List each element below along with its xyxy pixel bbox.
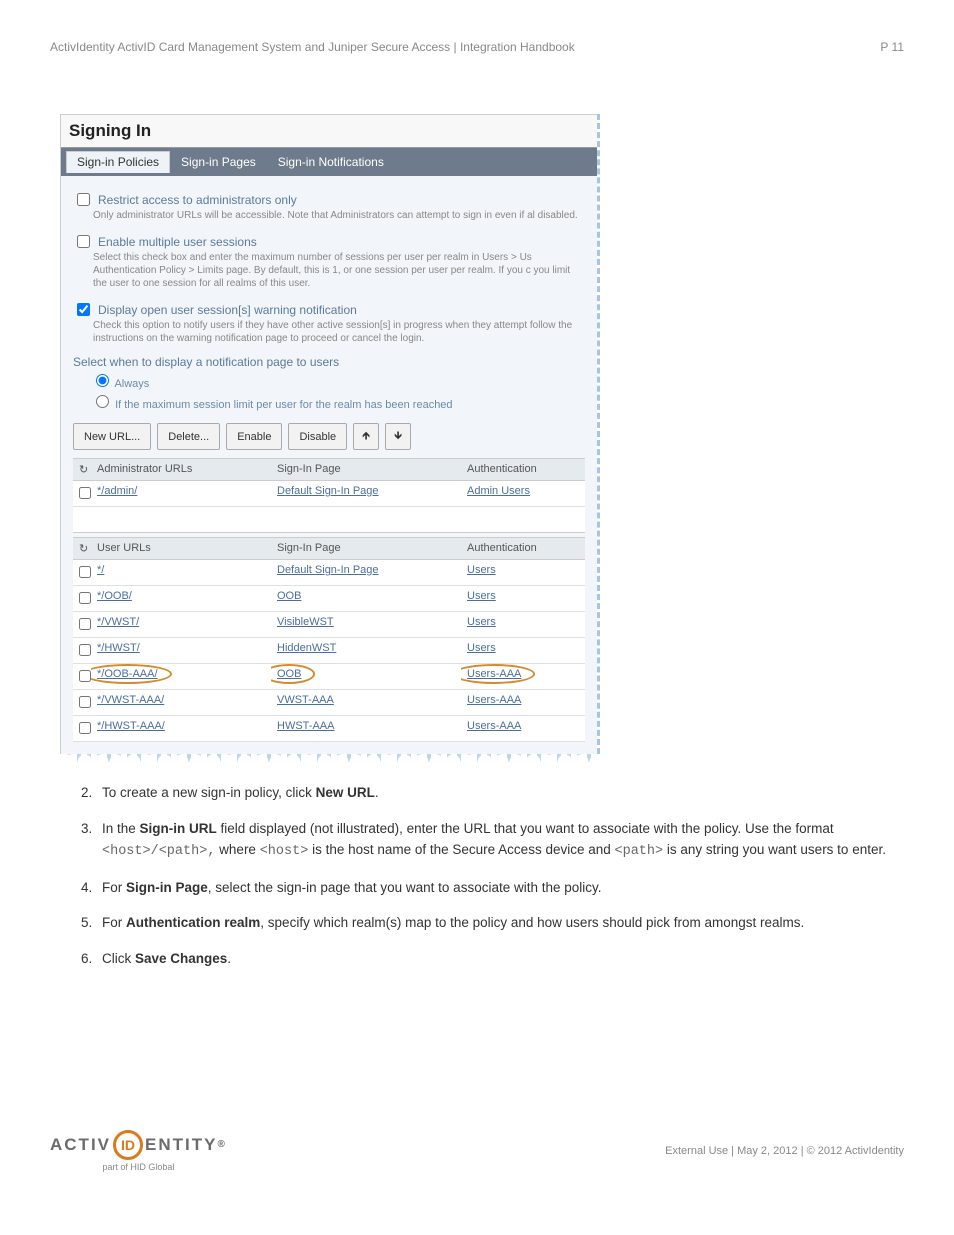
tab-signin-policies[interactable]: Sign-in Policies [66,151,170,173]
restrict-admin-checkbox[interactable] [77,193,90,206]
step-5: For Authentication realm, specify which … [96,912,904,934]
link[interactable]: Users-AAA [467,668,521,680]
link[interactable]: Users [467,564,496,576]
link[interactable]: Users [467,642,496,654]
page-footer: ACTIV ID ENTITY® part of HID Global Exte… [50,1130,904,1172]
radio-maxlimit[interactable] [96,395,109,408]
radio-always-wrap[interactable]: Always [91,371,585,390]
row-checkbox[interactable] [79,618,91,630]
link[interactable]: */VWST-AAA/ [97,694,164,706]
link[interactable]: */OOB-AAA/ [97,668,158,680]
radio-always[interactable] [96,374,109,387]
link[interactable]: Users [467,616,496,628]
warning-notification-label: Display open user session[s] warning not… [98,303,357,317]
table-row: */OOB/OOB Users [73,586,585,612]
link[interactable]: */HWST/ [97,642,140,654]
row-checkbox[interactable] [79,670,91,682]
link[interactable]: Admin Users [467,485,530,497]
move-down-button[interactable]: 🡻 [385,423,411,450]
restrict-admin-label: Restrict access to administrators only [98,193,297,207]
step-3: In the Sign-in URL field displayed (not … [96,818,904,863]
table-row: */OOB-AAA/OOB Users-AAA [73,664,585,690]
row-checkbox[interactable] [79,696,91,708]
multiple-sessions-checkbox[interactable] [77,235,90,248]
tab-signin-notifications[interactable]: Sign-in Notifications [267,151,395,173]
table-row: */HWST/HiddenWST Users [73,638,585,664]
instructions: To create a new sign-in policy, click Ne… [50,782,904,970]
multiple-sessions-label: Enable multiple user sessions [98,235,257,249]
link[interactable]: */admin/ [97,485,137,497]
row-checkbox[interactable] [79,644,91,656]
tab-bar: Sign-in Policies Sign-in Pages Sign-in N… [61,148,597,176]
signin-screenshot: Signing In Sign-in Policies Sign-in Page… [60,114,600,754]
row-checkbox[interactable] [79,722,91,734]
link[interactable]: VWST-AAA [277,694,334,706]
row-checkbox[interactable] [79,487,91,499]
link[interactable]: Default Sign-In Page [277,564,379,576]
link[interactable]: */HWST-AAA/ [97,720,165,732]
new-url-button[interactable]: New URL... [73,423,151,450]
step-6: Click Save Changes. [96,948,904,970]
page-number: P 11 [880,40,904,54]
table-row: */VWST-AAA/VWST-AAA Users-AAA [73,690,585,716]
col-user-urls: User URLs [91,538,271,559]
multiple-sessions-desc: Select this check box and enter the maxi… [93,251,585,290]
col-signin-page: Sign-In Page [271,459,461,480]
page-header: ActivIdentity ActivID Card Management Sy… [50,40,904,54]
logo: ACTIV ID ENTITY® part of HID Global [50,1130,227,1172]
table-row: */VWST/VisibleWST Users [73,612,585,638]
radio-maxlimit-wrap[interactable]: If the maximum session limit per user fo… [91,392,585,411]
link[interactable]: HWST-AAA [277,720,334,732]
link[interactable]: OOB [277,590,301,602]
admin-urls-table: ↻ Administrator URLs Sign-In Page Authen… [73,458,585,533]
row-checkbox[interactable] [79,592,91,604]
user-urls-table: ↻ User URLs Sign-In Page Authentication … [73,537,585,742]
doc-title: ActivIdentity ActivID Card Management Sy… [50,40,575,54]
link[interactable]: Users [467,590,496,602]
move-up-button[interactable]: 🡹 [353,423,379,450]
table-row: */HWST-AAA/HWST-AAA Users-AAA [73,716,585,742]
link[interactable]: OOB [277,668,301,680]
link[interactable]: Users-AAA [467,694,521,706]
enable-button[interactable]: Enable [226,423,282,450]
warning-notification-desc: Check this option to notify users if the… [93,319,585,345]
link[interactable]: */OOB/ [97,590,132,602]
button-row: New URL... Delete... Enable Disable 🡹 🡻 [73,423,585,450]
col-auth: Authentication [461,459,581,480]
link[interactable]: Users-AAA [467,720,521,732]
link[interactable]: Default Sign-In Page [277,485,379,497]
form-area: Restrict access to administrators only O… [61,176,597,754]
delete-button[interactable]: Delete... [157,423,220,450]
notification-select-label: Select when to display a notification pa… [73,355,585,369]
link[interactable]: HiddenWST [277,642,336,654]
disable-button[interactable]: Disable [288,423,347,450]
col-signin-page: Sign-In Page [271,538,461,559]
row-checkbox[interactable] [79,566,91,578]
tab-signin-pages[interactable]: Sign-in Pages [170,151,267,173]
footer-text: External Use | May 2, 2012 | © 2012 Acti… [665,1145,904,1157]
table-row: */admin/Default Sign-In Page Admin Users [73,481,585,507]
link[interactable]: VisibleWST [277,616,334,628]
step-4: For Sign-in Page, select the sign-in pag… [96,877,904,899]
logo-id-icon: ID [113,1130,143,1160]
step-2: To create a new sign-in policy, click Ne… [96,782,904,804]
panel-title: Signing In [61,115,597,148]
warning-notification-checkbox[interactable] [77,303,90,316]
reload-icon[interactable]: ↻ [73,459,91,480]
col-auth: Authentication [461,538,581,559]
col-admin-urls: Administrator URLs [91,459,271,480]
reload-icon[interactable]: ↻ [73,538,91,559]
restrict-admin-desc: Only administrator URLs will be accessib… [93,209,585,222]
link[interactable]: */VWST/ [97,616,139,628]
table-row: */ Default Sign-In Page Users [73,560,585,586]
link[interactable]: */ [97,564,104,576]
